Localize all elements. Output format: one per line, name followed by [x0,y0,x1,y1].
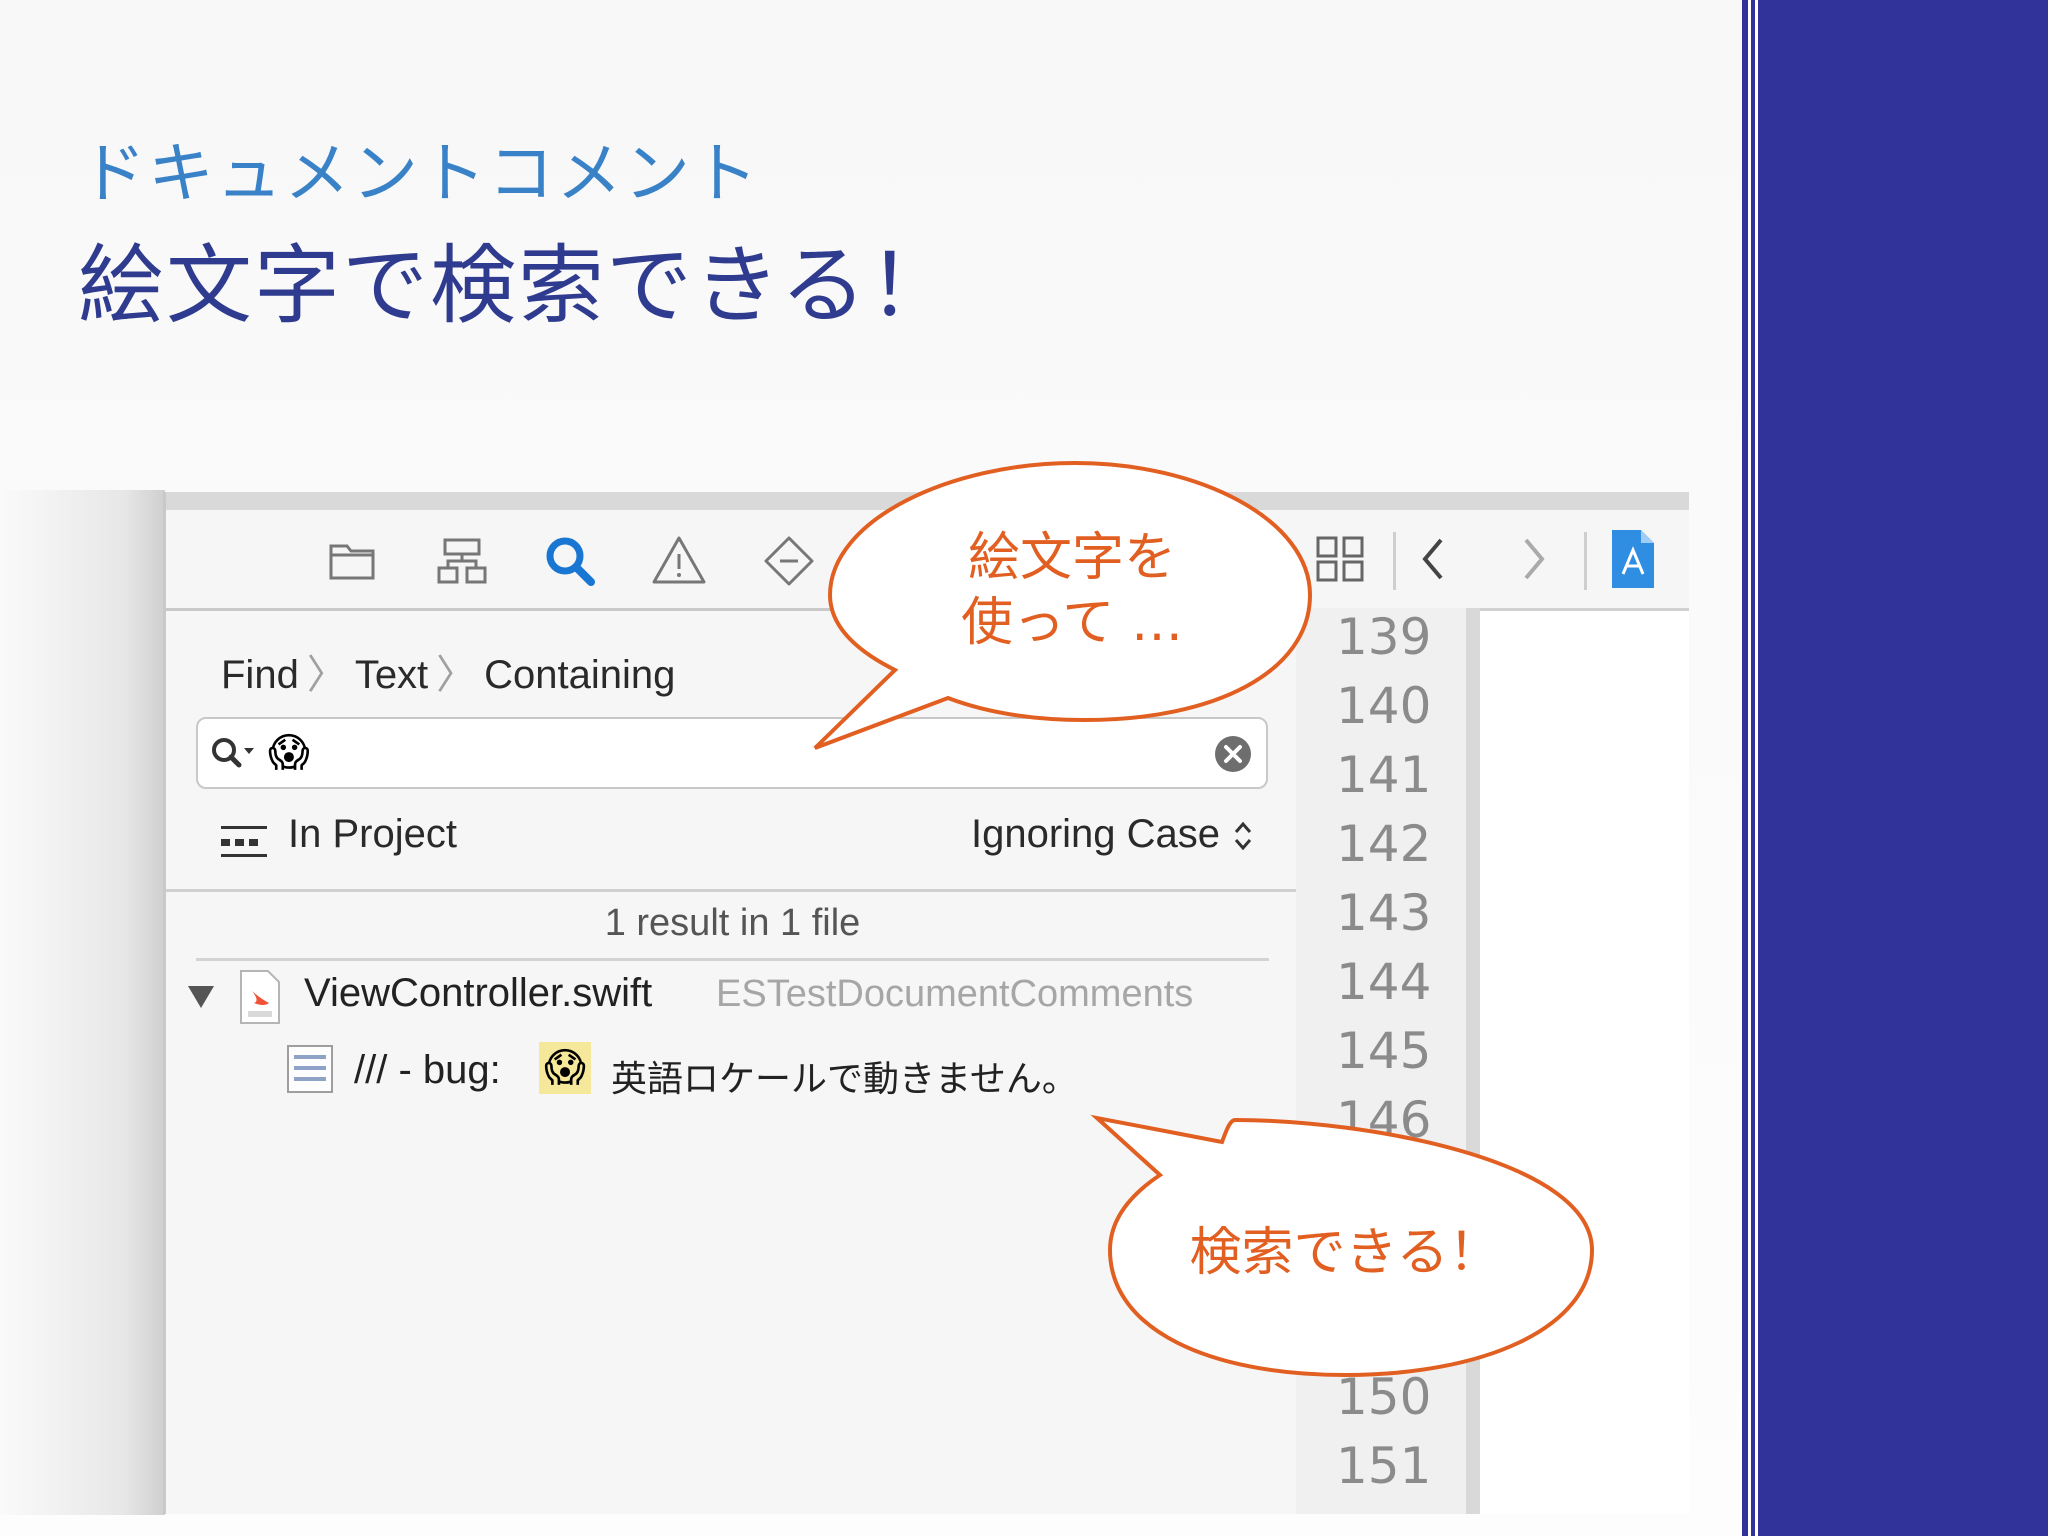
result-file-row[interactable]: ViewController.swift ESTestDocumentComme… [186,967,1286,1027]
line-number: 144 [1336,953,1432,1011]
breakpoint-icon[interactable] [758,530,820,592]
search-icon[interactable] [539,530,601,592]
navigator-toolbar [166,510,1299,611]
folder-icon[interactable] [321,530,383,592]
xcode-screenshot: Find 〉 Text 〉 Containing 😱 In Project Ignori… [163,492,1689,1514]
match-text: 英語ロケールで動きません。 [611,1059,1078,1100]
window-top-edge [1296,492,1689,510]
breadcrumb[interactable]: Find 〉 Text 〉 Containing [221,642,675,700]
line-number: 143 [1336,884,1432,942]
toolbar-separator [1584,532,1587,590]
slide-title: 絵文字で検索できる！ [78,236,957,336]
side-stripe-band [1758,0,2048,1536]
jump-bar [1296,510,1689,611]
case-selector[interactable]: Ignoring Case [971,812,1255,857]
breadcrumb-find[interactable]: Find [221,653,299,697]
updown-chevron-icon [1235,822,1252,851]
line-number: 151 [1336,1437,1432,1495]
clear-icon[interactable] [1214,735,1252,773]
disclosure-triangle-icon[interactable] [186,981,216,1011]
grid-icon[interactable] [1314,532,1368,586]
warning-icon[interactable] [648,530,710,592]
back-chevron-icon[interactable] [1413,532,1453,586]
window-shadow [0,490,165,1515]
line-number: 142 [1336,815,1432,873]
line-number-gutter: 139 140 141 142 143 144 145 146 150 151 [1296,608,1480,1514]
line-number: 146 [1336,1091,1432,1149]
search-input[interactable]: 😱 [196,717,1268,789]
line-number: 150 [1336,1368,1432,1426]
file-name[interactable]: ViewController.swift [304,971,652,1016]
line-number: 139 [1336,608,1432,666]
search-options-icon[interactable] [208,731,264,775]
search-input-value: 😱 [268,730,310,776]
divider [196,958,1269,961]
line-number: 140 [1336,677,1432,735]
find-navigator: Find 〉 Text 〉 Containing 😱 In Project Ignori… [163,492,1302,1514]
breadcrumb-containing[interactable]: Containing [484,653,675,697]
divider [166,889,1299,892]
result-match-row[interactable]: /// - bug: 😱 英語ロケールで動きません。 [286,1040,1236,1100]
result-count: 1 result in 1 file [604,902,861,944]
match-prefix: /// - bug: [354,1048,501,1092]
editor-pane: 139 140 141 142 143 144 145 146 150 151 [1296,492,1689,1514]
app-file-icon[interactable] [1609,528,1657,590]
scope-icon[interactable] [221,822,267,862]
line-number: 145 [1336,1022,1432,1080]
match-line-icon [287,1045,333,1093]
breadcrumb-text[interactable]: Text [355,653,428,697]
swift-file-icon [240,970,280,1024]
slide-subtitle: ドキュメントコメント [80,135,760,212]
chevron-right-icon: 〉 [306,653,347,697]
line-number: 141 [1336,746,1432,804]
forward-chevron-icon[interactable] [1514,532,1554,586]
window-top-edge [166,492,1299,510]
case-selector-label: Ignoring Case [971,812,1221,856]
hierarchy-icon[interactable] [431,530,493,592]
file-project: ESTestDocumentComments [716,973,1194,1015]
chevron-right-icon: 〉 [436,653,477,697]
toolbar-separator [1393,532,1396,590]
scope-in-project[interactable]: In Project [288,812,457,857]
match-emoji: 😱 [539,1042,591,1094]
